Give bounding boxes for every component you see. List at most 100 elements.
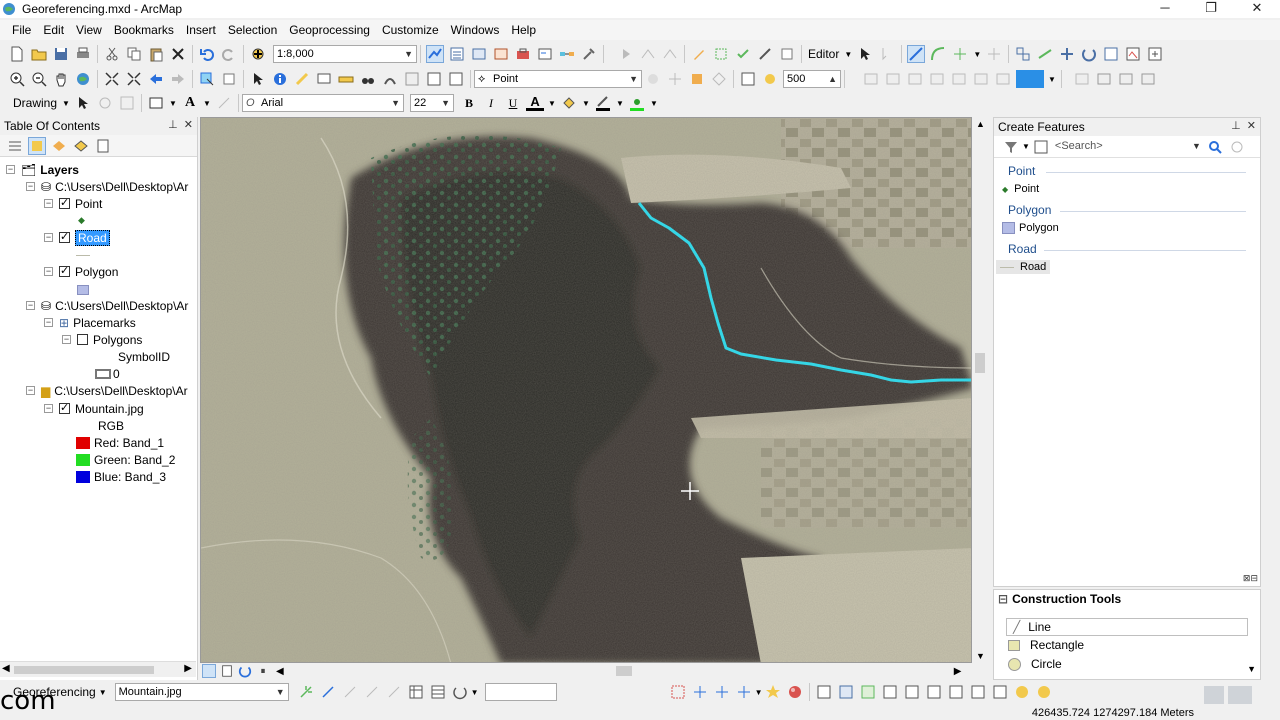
menu-geoprocessing[interactable]: Geoprocessing — [283, 23, 376, 37]
play-icon[interactable] — [617, 45, 635, 63]
editor-tool-icon[interactable] — [947, 683, 965, 701]
menu-bookmarks[interactable]: Bookmarks — [108, 23, 180, 37]
toc-layer-point[interactable]: − Point — [44, 195, 102, 212]
scroll-right-icon[interactable]: ▶ — [184, 663, 192, 674]
template-item-polygon[interactable]: Polygon — [1002, 222, 1059, 234]
restore-button[interactable]: ❐ — [1188, 0, 1234, 18]
rotation-angle-input[interactable] — [484, 683, 557, 701]
zoom-out-icon[interactable] — [30, 70, 48, 88]
open-folder-icon[interactable] — [30, 45, 48, 63]
menu-windows[interactable]: Windows — [445, 23, 506, 37]
sketch-icon[interactable] — [985, 45, 1003, 63]
map-scale-combo[interactable]: 1:8,000 ▼ — [273, 45, 417, 63]
construction-tool-rectangle[interactable]: Rectangle — [1008, 638, 1084, 652]
font-color-button[interactable]: A — [526, 94, 545, 111]
georef-tool-icon[interactable] — [994, 70, 1012, 88]
list-by-drawing-order-icon[interactable] — [6, 137, 24, 155]
add-control-points-icon[interactable] — [297, 683, 315, 701]
select-elements-icon[interactable] — [74, 94, 92, 112]
rectangle-tool-icon[interactable] — [147, 94, 165, 112]
pencil-icon[interactable] — [690, 45, 708, 63]
split-icon[interactable] — [1058, 45, 1076, 63]
template-item-point[interactable]: ◆ Point — [1002, 183, 1039, 195]
find-route-icon[interactable] — [381, 70, 399, 88]
layout-tool-icon[interactable] — [1073, 70, 1091, 88]
editor-tool-icon[interactable] — [815, 683, 833, 701]
toc-layer-road[interactable]: − Road — [44, 229, 110, 246]
georef-disabled-icon[interactable] — [385, 683, 403, 701]
paste-icon[interactable] — [147, 45, 165, 63]
organize-templates-icon[interactable] — [1032, 138, 1050, 156]
chevron-down-icon[interactable]: ▼ — [548, 94, 556, 112]
underline-button[interactable]: U — [504, 94, 522, 112]
pane-resize-icon[interactable]: ⊠⊟ — [1243, 573, 1258, 584]
line-color-icon[interactable] — [594, 94, 612, 112]
chevron-down-icon[interactable]: ▼ — [203, 94, 211, 112]
collapse-icon[interactable]: − — [44, 404, 53, 413]
edit-tool-icon[interactable] — [856, 45, 874, 63]
error-inspector-icon[interactable] — [778, 45, 796, 63]
search-icon[interactable] — [1206, 138, 1224, 156]
clear-search-icon[interactable] — [1228, 138, 1246, 156]
raster-layer-combo[interactable]: Mountain.jpg ▼ — [114, 683, 289, 701]
find-binoculars-icon[interactable] — [359, 70, 377, 88]
chevron-down-icon[interactable]: ▼ — [650, 94, 658, 112]
reshape-icon[interactable] — [1014, 45, 1032, 63]
georef-disabled-icon[interactable] — [363, 683, 381, 701]
toc-root-layers[interactable]: − 🗂 Layers — [6, 161, 79, 178]
redo-icon[interactable] — [220, 45, 238, 63]
refresh-icon[interactable] — [238, 664, 252, 678]
editor-tool-icon[interactable] — [925, 683, 943, 701]
globe-icon[interactable] — [786, 683, 804, 701]
rotate-raster-icon[interactable] — [644, 70, 662, 88]
pin-icon[interactable]: ⊥ — [168, 119, 178, 131]
modelbuilder-icon[interactable] — [558, 45, 576, 63]
layer-visibility-checkbox[interactable] — [59, 264, 70, 277]
layer-visibility-checkbox[interactable] — [59, 230, 70, 243]
scroll-thumb[interactable] — [615, 666, 632, 676]
tools-icon[interactable] — [580, 45, 598, 63]
chevron-down-icon[interactable]: ▼ — [1048, 70, 1056, 88]
scroll-left-icon[interactable]: ◀ — [276, 666, 284, 677]
menu-file[interactable]: File — [6, 23, 37, 37]
chevron-down-icon[interactable]: ▼ — [582, 94, 590, 112]
identify-icon[interactable] — [271, 70, 289, 88]
collapse-icon[interactable]: − — [26, 386, 35, 395]
collapse-icon[interactable]: − — [6, 165, 15, 174]
chevron-down-icon[interactable]: ▼ — [755, 688, 763, 697]
measure-icon[interactable] — [337, 70, 355, 88]
go-to-xy-icon[interactable] — [403, 70, 421, 88]
catalog-icon[interactable] — [470, 45, 488, 63]
fix-error-icon[interactable] — [756, 45, 774, 63]
editor-tool-icon[interactable] — [837, 683, 855, 701]
editor-tool-icon[interactable] — [1035, 683, 1053, 701]
clear-selection-icon[interactable] — [220, 70, 238, 88]
font-name-combo[interactable]: O Arial ▼ — [242, 94, 405, 112]
rotate-element-icon[interactable] — [96, 94, 114, 112]
collapse-icon[interactable]: − — [44, 318, 53, 327]
layout-tool-icon[interactable] — [1117, 70, 1135, 88]
zoom-to-selected-icon[interactable] — [118, 94, 136, 112]
font-size-combo[interactable]: 22 ▼ — [410, 94, 455, 112]
view-link-table-icon[interactable] — [407, 683, 425, 701]
layout-tool-icon[interactable] — [1139, 70, 1157, 88]
chevron-down-icon[interactable]: ▼ — [973, 45, 981, 63]
text-tool-icon[interactable]: A — [181, 94, 199, 112]
fit-display-icon[interactable] — [710, 70, 728, 88]
editor-tool-icon[interactable] — [969, 683, 987, 701]
sketch-properties-icon[interactable] — [1124, 45, 1142, 63]
collapse-icon[interactable]: − — [44, 267, 53, 276]
toc-layer-polygons[interactable]: − Polygons — [62, 331, 142, 348]
menu-help[interactable]: Help — [505, 23, 542, 37]
close-button[interactable]: ✕ — [1234, 0, 1280, 18]
scroll-down-icon[interactable]: ▼ — [976, 651, 985, 661]
validate-icon[interactable] — [734, 45, 752, 63]
map-vertical-scrollbar[interactable]: ▲ ▼ — [972, 117, 989, 663]
collapse-icon[interactable]: − — [62, 335, 71, 344]
view-link-table-icon[interactable] — [739, 70, 757, 88]
snapping-icon[interactable] — [691, 683, 709, 701]
collapse-icon[interactable]: − — [26, 182, 35, 191]
print-icon[interactable] — [74, 45, 92, 63]
snapping-icon[interactable] — [713, 683, 731, 701]
map-display[interactable] — [200, 117, 972, 663]
